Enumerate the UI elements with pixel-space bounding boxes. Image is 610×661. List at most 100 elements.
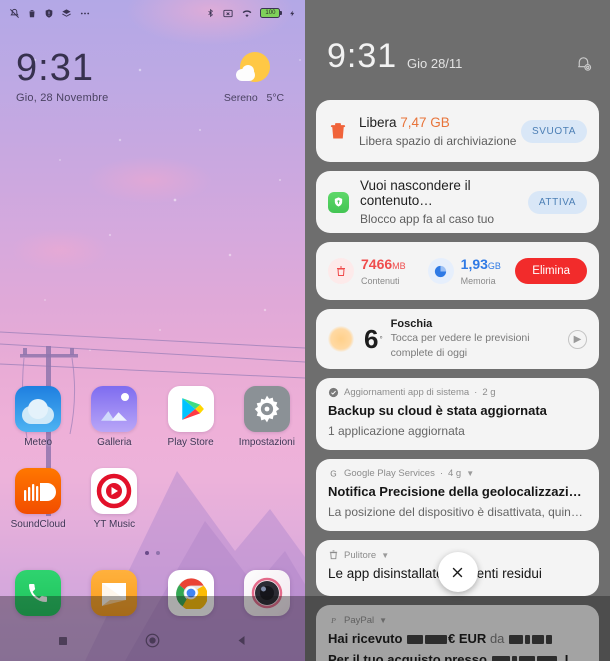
- back-button[interactable]: [236, 634, 248, 652]
- card-app-lock-text: Vuoi nascondere il contenuto… Blocco app…: [360, 178, 528, 226]
- status-left-icons: [9, 8, 91, 19]
- weather-temperature: 5°C: [266, 92, 285, 104]
- app-meteo[interactable]: Meteo: [0, 378, 76, 448]
- notification-shade: 9:31 Gio 28/11 Libera 7,47 GB Libera spa…: [305, 0, 610, 661]
- chevron-right-icon[interactable]: ▶: [568, 329, 587, 349]
- app-lock-shield-icon: [328, 191, 349, 213]
- card-weather-body-line1: Tocca per vedere le previsioni: [390, 332, 530, 344]
- degree-symbol: °: [379, 334, 383, 344]
- elimina-button[interactable]: Elimina: [515, 258, 587, 284]
- app-label: SoundCloud: [10, 519, 66, 530]
- paypal-body-part1: Per il tuo acquisto presso: [328, 652, 491, 661]
- card-app-lock[interactable]: Vuoi nascondere il contenuto… Blocco app…: [316, 171, 599, 233]
- layers-icon: [62, 8, 71, 17]
- stat-memoria: 1,93GB Memoria: [427, 257, 501, 286]
- app-galleria[interactable]: Galleria: [76, 378, 152, 448]
- home-weather-widget[interactable]: Sereno 5°C: [215, 50, 293, 104]
- card-libera-title-prefix: Libera: [359, 114, 401, 130]
- stat-contenuti: 7466MB Contenuti: [328, 257, 406, 286]
- notification-separator: ·: [474, 387, 478, 398]
- mute-icon: [10, 8, 19, 18]
- redaction-block: [511, 656, 517, 661]
- app-label: Play Store: [167, 437, 214, 448]
- app-yt-music[interactable]: YT Music: [76, 460, 152, 530]
- dock-phone[interactable]: [0, 570, 76, 616]
- soundcloud-icon: [15, 468, 62, 514]
- app-play-store[interactable]: Play Store: [153, 378, 229, 448]
- stat-value-unit: GB: [487, 260, 501, 271]
- dock-chrome[interactable]: [153, 570, 229, 616]
- close-button[interactable]: [437, 552, 478, 592]
- card-libera-value: 7,47 GB: [400, 114, 450, 130]
- app-label: Galleria: [97, 437, 132, 448]
- home-clock-widget[interactable]: 9:31 Gio, 28 Novembre: [16, 48, 108, 104]
- stat-memoria-value: 1,93GB: [461, 257, 501, 273]
- page-dot-active[interactable]: [145, 551, 149, 555]
- charging-icon: [290, 10, 295, 16]
- notification-body: La posizione del dispositivo è disattiva…: [328, 505, 587, 519]
- chevron-down-icon[interactable]: ▼: [379, 616, 387, 625]
- sun-blur-icon: [328, 326, 354, 352]
- redaction-block: [518, 656, 535, 661]
- app-label: Meteo: [24, 437, 53, 448]
- notification-body: Per il tuo acquisto presso , In…: [328, 651, 587, 661]
- shade-clock-time: 9:31: [327, 37, 398, 75]
- app-row-1: Meteo Galleria Play Store Impostazioni: [0, 378, 305, 448]
- notification-app-name: Google Play Services: [344, 468, 435, 479]
- app-row-2: SoundCloud YT Music: [0, 460, 305, 530]
- stat-contenuti-text: 7466MB Contenuti: [361, 257, 406, 286]
- screenshot-icon: [223, 9, 233, 17]
- paypal-icon: P: [330, 616, 336, 625]
- battery-icon: 100: [260, 8, 282, 18]
- stat-value-number: 7466: [361, 255, 393, 272]
- notification-app-name: Aggiornamenti app di sistema: [344, 387, 470, 398]
- sun-cloud-icon: [234, 50, 274, 90]
- bell-settings-icon[interactable]: [575, 55, 592, 77]
- card-cleaner-stats[interactable]: 7466MB Contenuti 1,93GB Memoria Elimina: [316, 242, 599, 300]
- home-dock: [0, 570, 305, 616]
- svuota-button[interactable]: SVUOTA: [521, 119, 587, 143]
- card-app-lock-title: Vuoi nascondere il contenuto…: [360, 178, 471, 208]
- phone-screenshot: 100 9:31 Gio, 28 Novembre Sereno 5°C Met…: [0, 0, 610, 661]
- home-screen: 100 9:31 Gio, 28 Novembre Sereno 5°C Met…: [0, 0, 305, 661]
- home-clock-time: 9:31: [16, 47, 94, 89]
- notification-time: 4 g: [448, 468, 462, 479]
- notification-system-updates[interactable]: Aggiornamenti app di sistema · 2 g Backu…: [316, 378, 599, 450]
- app-impostazioni[interactable]: Impostazioni: [229, 378, 305, 448]
- redaction-block: [509, 635, 524, 645]
- page-dot[interactable]: [156, 551, 160, 555]
- notification-title: Notifica Precisione della geolocalizzazi…: [328, 484, 587, 499]
- notification-app-name: Pulitore: [344, 549, 377, 561]
- youtube-music-icon: [91, 468, 138, 514]
- card-weather[interactable]: 6 ° Foschia Tocca per vedere le previsio…: [316, 309, 599, 369]
- notification-time: 2 g: [482, 387, 496, 398]
- home-app-grid: Meteo Galleria Play Store Impostazioni S…: [0, 378, 305, 530]
- card-libera[interactable]: Libera 7,47 GB Libera spazio di archivia…: [316, 100, 599, 162]
- chevron-down-icon[interactable]: ▼: [381, 551, 389, 560]
- notification-paypal[interactable]: P PayPal ▼ Hai ricevuto € EUR da Per il …: [316, 605, 599, 661]
- home-nav-bar: [0, 633, 305, 653]
- app-soundcloud[interactable]: SoundCloud: [0, 460, 76, 530]
- recents-button[interactable]: [57, 634, 69, 652]
- trash-icon: [29, 9, 35, 17]
- dock-camera[interactable]: [229, 570, 305, 616]
- phone-icon: [15, 570, 62, 616]
- settings-gear-icon: [243, 386, 290, 432]
- shield-icon: [45, 8, 53, 18]
- status-right-icons: 100: [206, 7, 296, 19]
- dock-messages[interactable]: [76, 570, 152, 616]
- card-weather-title: Foschia: [390, 318, 433, 330]
- attiva-button[interactable]: ATTIVA: [527, 190, 587, 214]
- battery-level-label: 100: [265, 10, 276, 16]
- notification-title: Hai ricevuto € EUR da: [328, 630, 587, 647]
- home-button[interactable]: [145, 633, 160, 653]
- play-store-icon: [167, 386, 214, 432]
- chevron-down-icon[interactable]: ▼: [466, 469, 474, 478]
- messages-icon: [91, 570, 138, 616]
- notification-google-play-services[interactable]: G Google Play Services · 4 g ▼ Notifica …: [316, 459, 599, 531]
- home-clock-date: Gio, 28 Novembre: [16, 92, 109, 104]
- paypal-title-currency: € EUR: [448, 631, 487, 646]
- paypal-body-part2: , In…: [557, 652, 587, 661]
- card-libera-title: Libera 7,47 GB: [359, 115, 521, 130]
- svg-text:G: G: [330, 469, 336, 478]
